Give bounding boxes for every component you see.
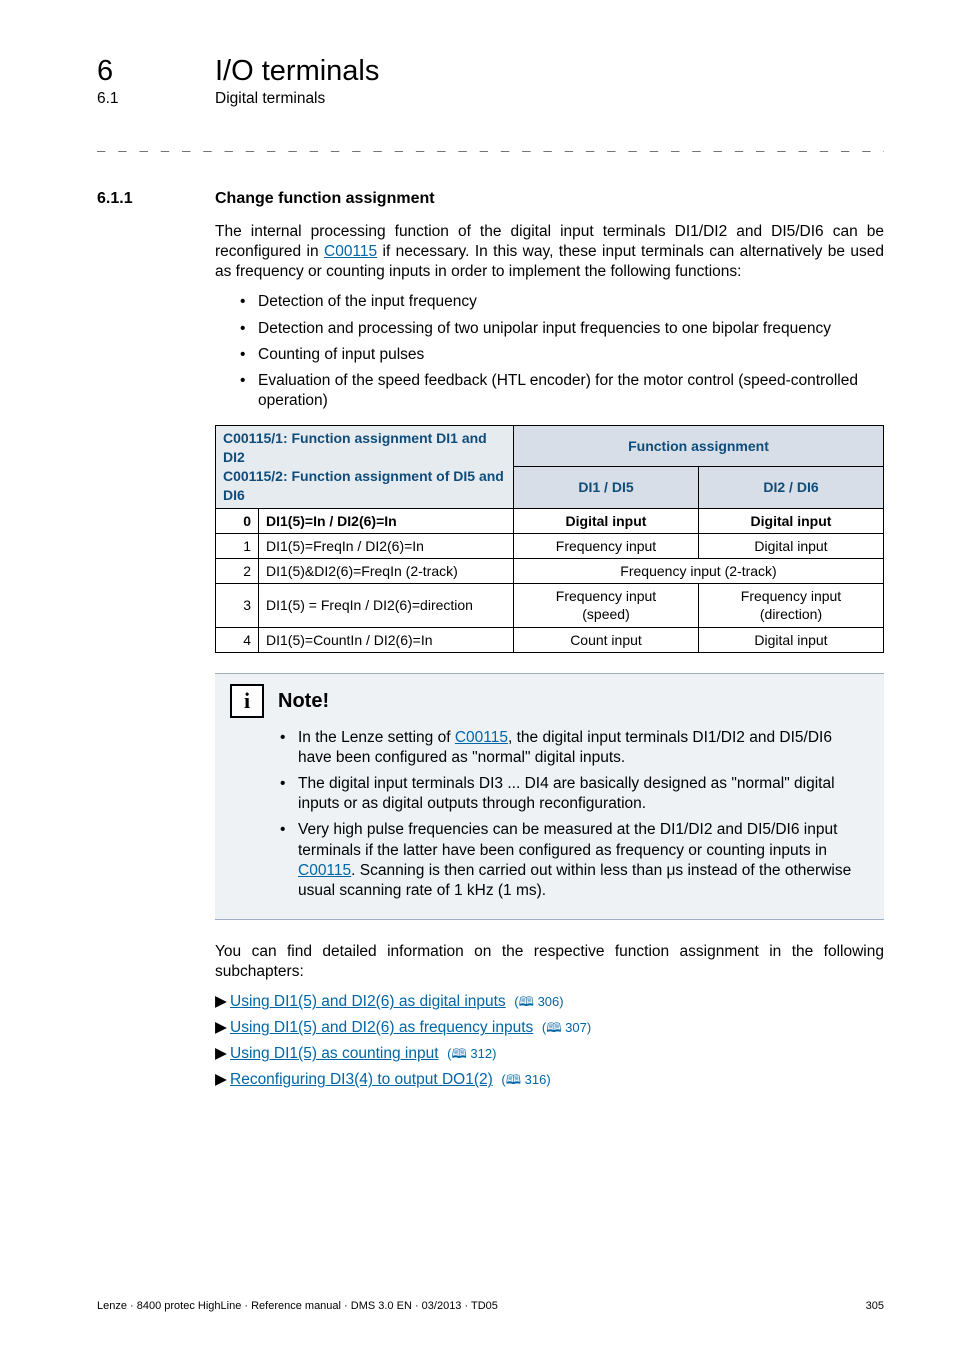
page-ref: (🕮 312) [444,1046,497,1061]
section-title: Digital terminals [215,90,325,108]
page-ref: (🕮 307) [538,1020,591,1035]
code-link-c00115[interactable]: C00115 [324,243,377,260]
table-cell-c2: Digital input [699,508,884,533]
table-header-left-line1: C00115/1: Function assignment DI1 and DI… [223,430,487,465]
table-cell-idx: 0 [216,508,259,533]
table-cell-c1: Frequency input [514,533,699,558]
table-cell-c2: Digital input [699,627,884,652]
page-footer: Lenze · 8400 protec HighLine · Reference… [97,1300,884,1312]
note-title: Note! [278,688,329,714]
info-icon [230,684,264,718]
note-text-pre: In the Lenze setting of [298,729,455,746]
table-cell-desc: DI1(5)=FreqIn / DI2(6)=In [259,533,514,558]
xref-link[interactable]: Using DI1(5) and DI2(6) as digital input… [230,993,506,1010]
note-bullet-item: The digital input terminals DI3 ... DI4 … [280,774,869,814]
xref-link[interactable]: Reconfiguring DI3(4) to output DO1(2) [230,1071,493,1088]
page-ref: (🕮 306) [511,994,564,1009]
table-header-right-top: Function assignment [514,426,884,467]
table-header-left-line2: C00115/2: Function assignment of DI5 and… [223,468,504,503]
post-note-paragraph: You can find detailed information on the… [215,942,884,982]
table-cell-c1: Frequency input (speed) [514,584,699,627]
arrow-icon: ▶ [215,1042,230,1066]
chapter-number: 6 [97,55,215,88]
section-number: 6.1 [97,90,215,108]
arrow-icon: ▶ [215,1068,230,1092]
table-header-col1: DI1 / DI5 [514,467,699,508]
page-ref: (🕮 316) [498,1072,551,1087]
arrow-icon: ▶ [215,990,230,1014]
bullet-item: Evaluation of the speed feedback (HTL en… [240,371,884,411]
bullet-item: Counting of input pulses [240,345,884,365]
subsection-number: 6.1.1 [97,190,215,208]
divider: _ _ _ _ _ _ _ _ _ _ _ _ _ _ _ _ _ _ _ _ … [97,136,884,152]
table-cell-idx: 1 [216,533,259,558]
table-cell-idx: 2 [216,559,259,584]
code-link-c00115[interactable]: C00115 [298,862,351,879]
footer-page-number: 305 [866,1300,884,1312]
note-bullet-list: In the Lenze setting of C00115, the digi… [255,728,869,901]
table-cell-c1: Count input [514,627,699,652]
table-cell-desc: DI1(5)&DI2(6)=FreqIn (2-track) [259,559,514,584]
code-link-c00115[interactable]: C00115 [455,729,508,746]
table-cell-c1: Digital input [514,508,699,533]
intro-bullet-list: Detection of the input frequency Detecti… [215,292,884,411]
intro-paragraph: The internal processing function of the … [215,222,884,920]
table-cell-idx: 3 [216,584,259,627]
table-cell-span: Frequency input (2-track) [514,559,884,584]
note-text-pre: Very high pulse frequencies can be measu… [298,821,837,858]
xref-link[interactable]: Using DI1(5) as counting input [230,1045,439,1062]
bullet-item: Detection and processing of two unipolar… [240,319,884,339]
bullet-item: Detection of the input frequency [240,292,884,312]
table-cell-desc: DI1(5) = FreqIn / DI2(6)=direction [259,584,514,627]
table-header-col2: DI2 / DI6 [699,467,884,508]
table-cell-idx: 4 [216,627,259,652]
footer-left: Lenze · 8400 protec HighLine · Reference… [97,1300,498,1312]
chapter-title: I/O terminals [215,55,379,88]
subsection-title: Change function assignment [215,190,435,208]
note-bullet-item: In the Lenze setting of C00115, the digi… [280,728,869,768]
function-assignment-table: C00115/1: Function assignment DI1 and DI… [215,425,884,653]
table-cell-c2: Frequency input (direction) [699,584,884,627]
note-text-post: . Scanning is then carried out within le… [298,862,851,899]
note-box: Note! In the Lenze setting of C00115, th… [215,673,884,920]
table-cell-desc: DI1(5)=CountIn / DI2(6)=In [259,627,514,652]
link-list: ▶ Using DI1(5) and DI2(6) as digital inp… [215,990,884,1092]
note-bullet-item: Very high pulse frequencies can be measu… [280,820,869,901]
xref-link[interactable]: Using DI1(5) and DI2(6) as frequency inp… [230,1019,533,1036]
arrow-icon: ▶ [215,1016,230,1040]
table-cell-c2: Digital input [699,533,884,558]
table-cell-desc: DI1(5)=In / DI2(6)=In [259,508,514,533]
